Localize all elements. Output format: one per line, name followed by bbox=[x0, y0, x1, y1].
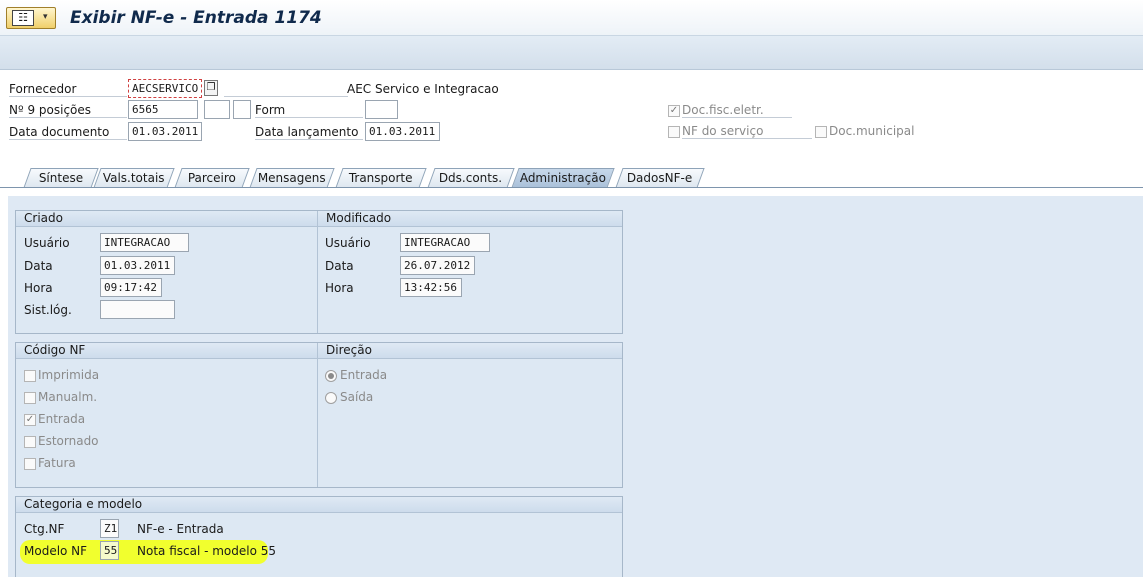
tab-mensagens[interactable]: Mensagens bbox=[249, 168, 335, 188]
nf-servico-checkbox[interactable] bbox=[668, 126, 680, 138]
data-lancamento-label: Data lançamento bbox=[255, 125, 363, 140]
criado-sistlog-label: Sist.lóg. bbox=[24, 303, 72, 317]
ctg-nf-input[interactable]: Z1 bbox=[100, 519, 119, 538]
modificado-header: Modificado bbox=[317, 211, 622, 227]
fatura-label: Fatura bbox=[38, 456, 76, 470]
manualm-checkbox[interactable] bbox=[24, 392, 36, 404]
panel-categoria-modelo: Categoria e modelo Ctg.NF Z1 NF-e - Entr… bbox=[15, 496, 623, 577]
tab-dadosnf-e[interactable]: DadosNF-e bbox=[615, 168, 705, 188]
modificado-hora-label: Hora bbox=[325, 281, 354, 295]
panel-divider bbox=[317, 227, 318, 333]
direcao-entrada-radio[interactable] bbox=[325, 370, 337, 382]
tab-dds-conts[interactable]: Dds.conts. bbox=[427, 168, 515, 188]
data-documento-input[interactable]: 01.03.2011 bbox=[128, 122, 202, 141]
fornecedor-spacer bbox=[224, 82, 348, 97]
modelo-nf-input[interactable]: 55 bbox=[100, 541, 119, 560]
codigo-nf-header: Código NF bbox=[16, 343, 317, 359]
estornado-label: Estornado bbox=[38, 434, 99, 448]
direcao-saida-radio[interactable] bbox=[325, 392, 337, 404]
menu-icon: ☷ bbox=[12, 10, 34, 26]
form-label: Form bbox=[255, 103, 363, 118]
criado-hora-label: Hora bbox=[24, 281, 53, 295]
direcao-saida-label: Saída bbox=[340, 390, 374, 404]
fornecedor-input[interactable]: AECSERVICO bbox=[128, 79, 202, 98]
n9-label: Nº 9 posições bbox=[9, 103, 127, 118]
criado-usuario-label: Usuário bbox=[24, 236, 70, 250]
n9-series-input[interactable] bbox=[204, 100, 230, 119]
direcao-header: Direção bbox=[317, 343, 622, 359]
application-toolbar bbox=[0, 36, 1143, 70]
data-lancamento-input[interactable]: 01.03.2011 bbox=[365, 122, 440, 141]
modelo-nf-label: Modelo NF bbox=[24, 544, 88, 558]
n9-subseries-input[interactable] bbox=[233, 100, 251, 119]
manualm-label: Manualm. bbox=[38, 390, 98, 404]
fatura-checkbox[interactable] bbox=[24, 458, 36, 470]
doc-municipal-checkbox[interactable] bbox=[815, 126, 827, 138]
estornado-checkbox[interactable] bbox=[24, 436, 36, 448]
modificado-data-input[interactable]: 26.07.2012 bbox=[400, 256, 475, 275]
imprimida-checkbox[interactable] bbox=[24, 370, 36, 382]
criado-hora-input[interactable]: 09:17:42 bbox=[100, 278, 162, 297]
panel-criado-modificado: Criado Modificado Usuário INTEGRACAO Dat… bbox=[15, 210, 623, 334]
criado-sistlog-input[interactable] bbox=[100, 300, 175, 319]
page-title: Exibir NF-e - Entrada 1174 bbox=[70, 8, 322, 28]
direcao-entrada-label: Entrada bbox=[340, 368, 388, 382]
system-menu-button[interactable]: ☷ ▾ bbox=[6, 7, 56, 29]
data-documento-label: Data documento bbox=[9, 125, 127, 140]
doc-municipal-label: Doc.municipal bbox=[829, 124, 915, 138]
panel-codigo-direcao: Código NF Direção Imprimida Manualm. ✓ E… bbox=[15, 342, 623, 488]
modificado-usuario-label: Usuário bbox=[325, 236, 371, 250]
categoria-header: Categoria e modelo bbox=[16, 497, 622, 513]
copy-icon[interactable]: ❐ bbox=[204, 80, 218, 96]
criado-header: Criado bbox=[16, 211, 317, 227]
fornecedor-name: AEC Servico e Integracao bbox=[347, 82, 499, 96]
imprimida-label: Imprimida bbox=[38, 368, 100, 382]
tab-parceiro[interactable]: Parceiro bbox=[174, 168, 250, 188]
doc-fisc-eletr-checkbox[interactable]: ✓ bbox=[668, 105, 680, 117]
modelo-nf-description: Nota fiscal - modelo 55 bbox=[137, 544, 277, 558]
entrada-checkbox[interactable]: ✓ bbox=[24, 414, 36, 426]
modificado-usuario-input[interactable]: INTEGRACAO bbox=[400, 233, 490, 252]
form-input[interactable] bbox=[365, 100, 398, 119]
criado-data-label: Data bbox=[24, 259, 53, 273]
ctg-nf-label: Ctg.NF bbox=[24, 522, 65, 536]
tab-transporte[interactable]: Transporte bbox=[335, 168, 427, 188]
criado-data-input[interactable]: 01.03.2011 bbox=[100, 256, 175, 275]
tab-sintese[interactable]: Síntese bbox=[23, 168, 99, 188]
tab-strip-divider bbox=[0, 187, 1143, 188]
tab-administracao[interactable]: Administração bbox=[511, 168, 615, 188]
panel-divider bbox=[317, 359, 318, 487]
fornecedor-label: Fornecedor bbox=[9, 82, 127, 97]
ctg-nf-description: NF-e - Entrada bbox=[137, 522, 224, 536]
criado-usuario-input[interactable]: INTEGRACAO bbox=[100, 233, 189, 252]
nf-servico-label: NF do serviço bbox=[682, 124, 812, 139]
doc-fisc-eletr-label: Doc.fisc.eletr. bbox=[682, 103, 792, 118]
caret-down-icon: ▾ bbox=[43, 12, 48, 22]
modificado-hora-input[interactable]: 13:42:56 bbox=[400, 278, 462, 297]
entrada-label: Entrada bbox=[38, 412, 86, 426]
modificado-data-label: Data bbox=[325, 259, 354, 273]
n9-input[interactable]: 6565 bbox=[128, 100, 198, 119]
tab-vals-totais[interactable]: Vals.totais bbox=[93, 168, 175, 188]
